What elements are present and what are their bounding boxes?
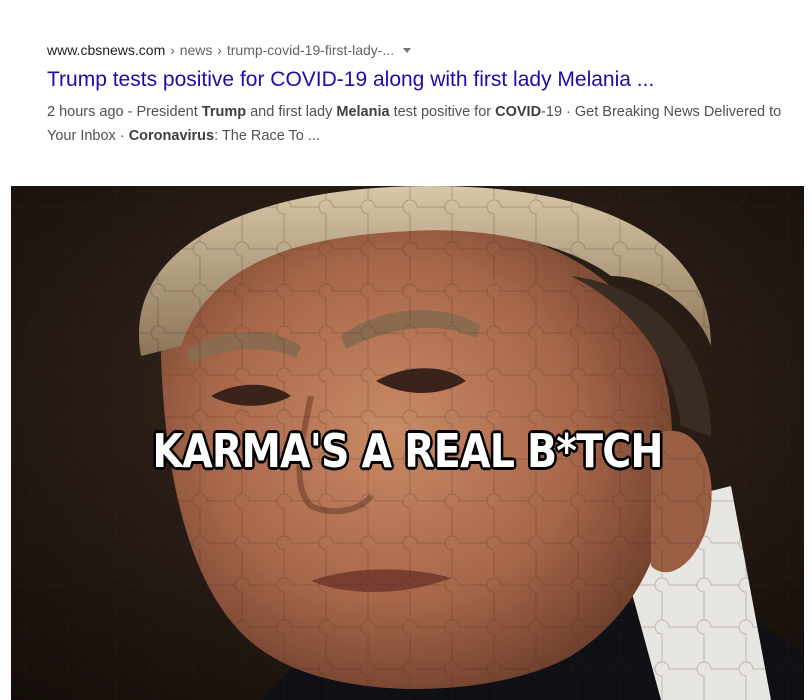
page: www.cbsnews.com › news › trump-covid-19-… [0,0,812,700]
url-domain: www.cbsnews.com [47,42,166,58]
url-separator: › [170,42,175,58]
caret-down-icon[interactable] [403,48,412,53]
snippet-highlight: Trump [201,104,247,120]
result-url-breadcrumb[interactable]: www.cbsnews.com › news › trump-covid-19-… [47,40,787,60]
result-snippet: 2 hours ago - President Trump and first … [47,104,782,144]
meme-image: KARMA'S A REAL B*TCH [11,186,804,700]
url-path-segment: news [179,42,213,58]
snippet-date: 2 hours ago [47,104,124,120]
snippet-highlight: COVID [495,104,542,120]
url-separator: › [217,42,222,58]
snippet-highlight: Melania [336,104,390,120]
search-result: www.cbsnews.com › news › trump-covid-19-… [47,40,787,148]
snippet-highlight: Coronavirus [128,128,215,144]
meme-caption: KARMA'S A REAL B*TCH [151,423,664,479]
result-title-link[interactable]: Trump tests positive for COVID-19 along … [47,66,787,94]
url-path-segment: trump-covid-19-first-lady-... [226,42,395,58]
